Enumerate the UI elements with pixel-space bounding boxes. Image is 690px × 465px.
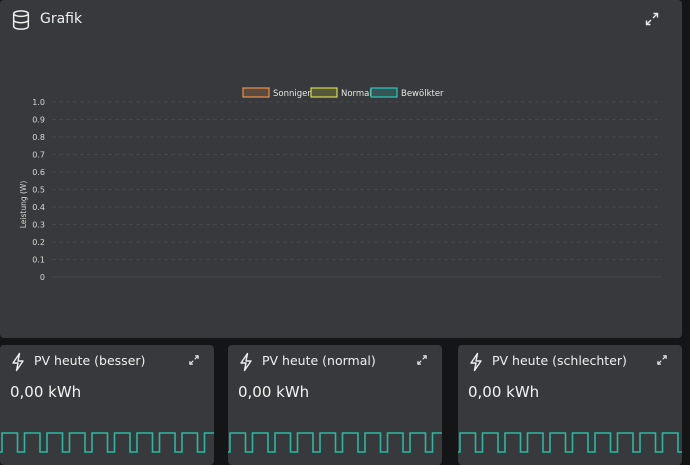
tile-title: PV heute (besser) [34, 353, 146, 368]
sparkline [228, 432, 442, 453]
legend-swatch [242, 87, 270, 98]
tile-title: PV heute (schlechter) [492, 353, 627, 368]
chart-card: Grafik Sonniger Normal Bewölkter 1.0 0.9 0.8 0… [0, 0, 682, 338]
y-tick-label: 1.0 [32, 98, 45, 107]
tile-title: PV heute (normal) [262, 353, 376, 368]
database-icon [12, 10, 30, 30]
y-tick-label: 0.7 [32, 151, 45, 160]
y-tick-label: 0.4 [32, 203, 45, 212]
tile-pv-besser: PV heute (besser) 0,00 kWh [0, 345, 214, 465]
y-tick-label: 0.1 [32, 256, 45, 265]
sparkline [458, 432, 682, 453]
tile-pv-schlechter: PV heute (schlechter) 0,00 kWh [458, 345, 682, 465]
legend-swatch [370, 87, 398, 98]
y-tick-label: 0.2 [32, 238, 45, 247]
y-tick-label: 0.3 [32, 221, 45, 230]
tile-value: 0,00 kWh [238, 383, 310, 401]
y-tick-label: 0.9 [32, 116, 45, 125]
chart-card-title: Grafik [40, 11, 83, 27]
legend-label: Sonniger [273, 89, 311, 99]
tile-value: 0,00 kWh [468, 383, 540, 401]
sparkline [0, 432, 214, 453]
expand-icon[interactable] [656, 354, 668, 366]
y-axis-label: Leistung (W) [19, 181, 28, 229]
y-tick-label: 0.6 [32, 168, 45, 177]
lightning-icon [470, 352, 482, 372]
sparkline-path [0, 432, 214, 453]
expand-icon[interactable] [644, 11, 660, 27]
legend-label: Bewölkter [401, 89, 444, 99]
lightning-icon [12, 352, 24, 372]
lightning-icon [240, 352, 252, 372]
y-tick-label: 0.8 [32, 133, 45, 142]
expand-icon[interactable] [188, 354, 200, 366]
sparkline-path [458, 432, 682, 453]
sparkline-path [228, 432, 442, 453]
legend-label: Normal [341, 89, 372, 99]
expand-icon[interactable] [416, 354, 428, 366]
chart-card-header: Grafik [0, 0, 682, 40]
y-tick-label: 0 [40, 273, 45, 282]
legend-swatch [310, 87, 338, 98]
tile-pv-normal: PV heute (normal) 0,00 kWh [228, 345, 442, 465]
line-chart: Sonniger Normal Bewölkter 1.0 0.9 0.8 0.7 0.6 0.… [19, 87, 662, 282]
tile-value: 0,00 kWh [10, 383, 82, 401]
y-tick-label: 0.5 [32, 186, 45, 195]
